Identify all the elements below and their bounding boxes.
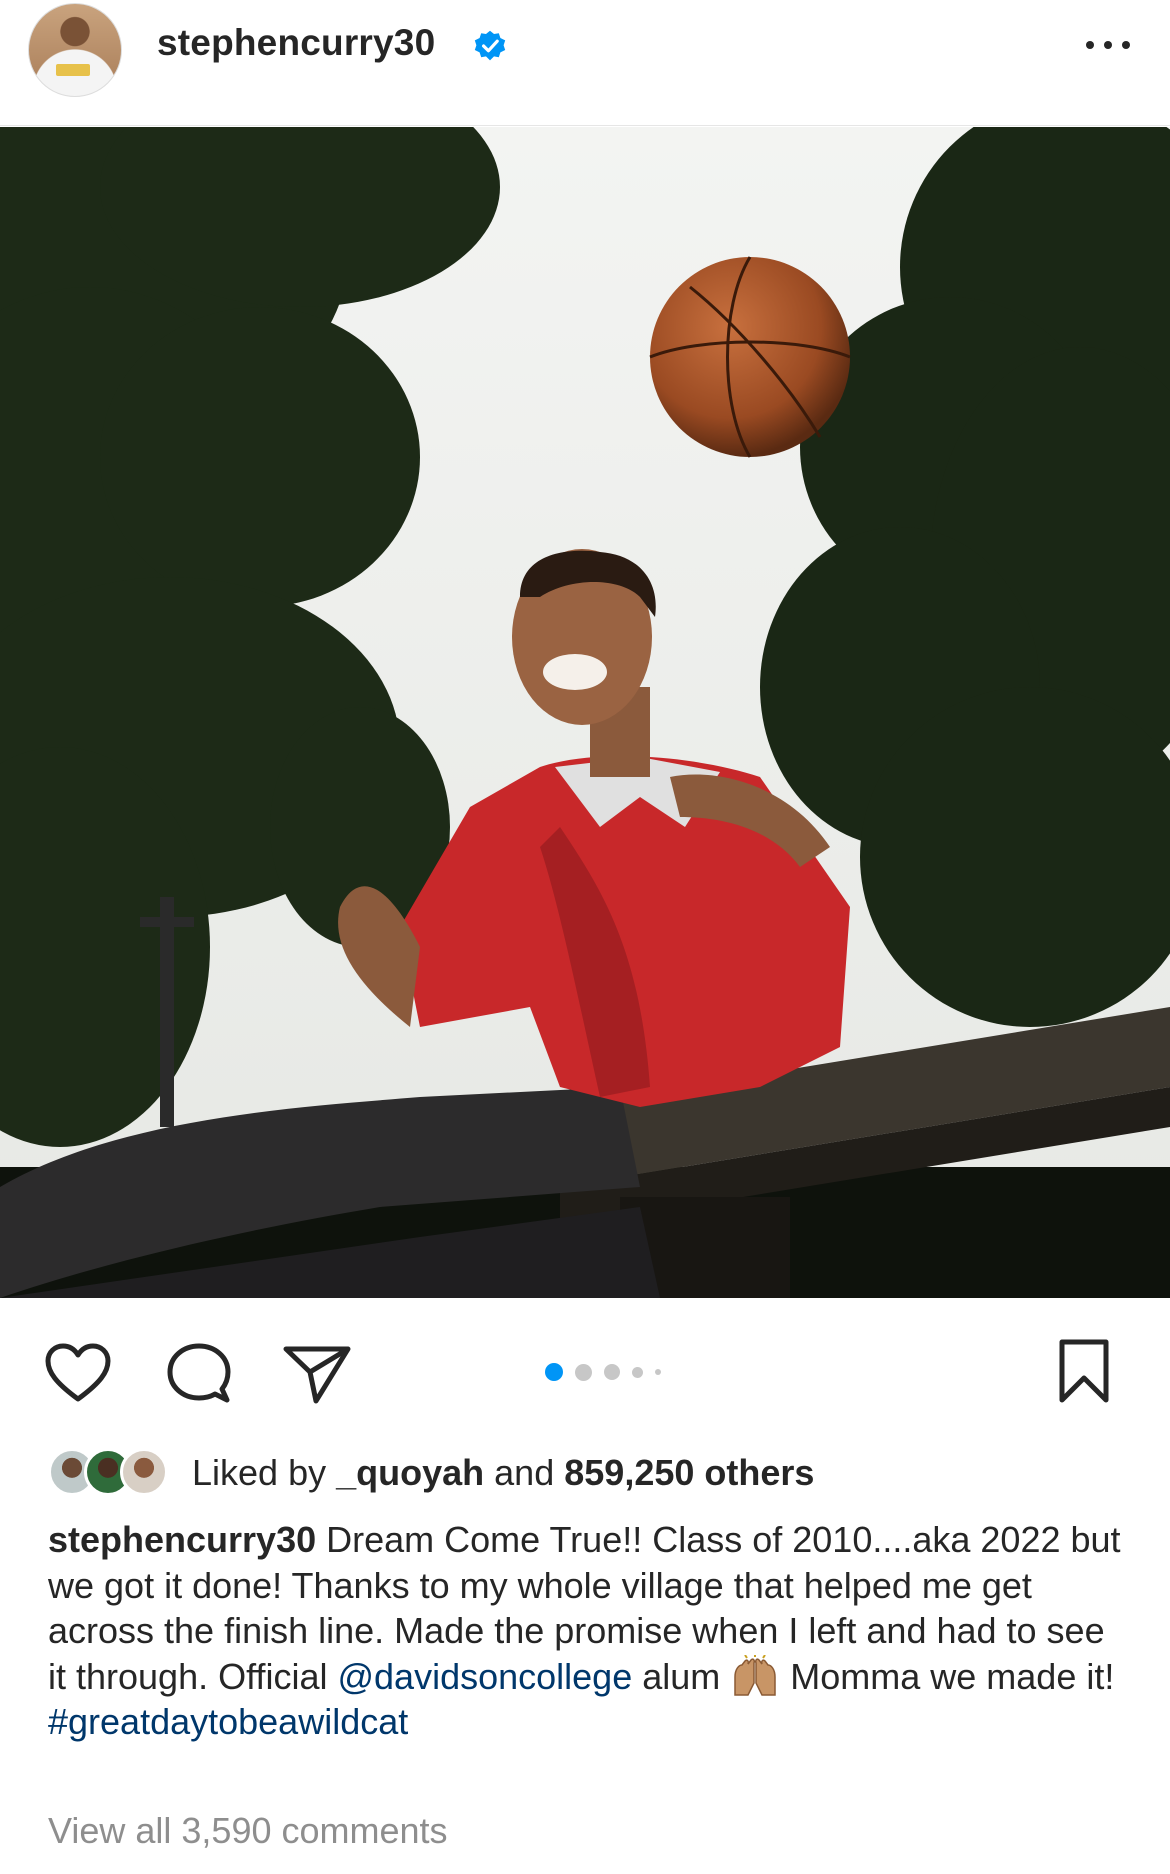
more-options-icon[interactable]	[1086, 30, 1130, 60]
likes-and: and	[494, 1452, 555, 1493]
comment-icon[interactable]	[166, 1342, 232, 1406]
likes-count-link[interactable]: 859,250 others	[564, 1452, 814, 1494]
first-liker-link[interactable]: _quoyah	[336, 1452, 484, 1494]
likes-summary[interactable]: Liked by _quoyah and 859,250 others	[48, 1448, 814, 1498]
likes-prefix: Liked by	[192, 1452, 327, 1493]
post-photo[interactable]	[0, 127, 1170, 1298]
heart-icon[interactable]	[44, 1342, 112, 1404]
view-comments-link[interactable]: View all 3,590 comments	[48, 1810, 448, 1852]
post-caption: stephencurry30 Dream Come True!! Class o…	[48, 1517, 1128, 1745]
caption-text-alum: alum	[632, 1655, 731, 1697]
share-icon[interactable]	[282, 1344, 352, 1404]
avatar	[120, 1448, 168, 1496]
liker-avatars	[48, 1448, 188, 1498]
carousel-dot	[575, 1363, 592, 1381]
post-photo-illustration	[0, 127, 1170, 1298]
hashtag-link[interactable]: #greatdaytobeawildcat	[48, 1701, 408, 1742]
carousel-dot	[632, 1366, 643, 1378]
profile-avatar[interactable]	[28, 3, 122, 97]
carousel-indicator	[545, 1362, 661, 1382]
verified-badge-icon	[474, 30, 506, 61]
mention-link[interactable]: @davidsoncollege	[337, 1656, 632, 1697]
avatar-logo	[56, 64, 90, 76]
caption-text-end: Momma we made it!	[780, 1655, 1115, 1697]
carousel-dot	[545, 1363, 563, 1381]
carousel-dot	[604, 1364, 620, 1380]
caption-username[interactable]: stephencurry30	[48, 1519, 316, 1560]
carousel-dot	[655, 1369, 661, 1375]
raising-hands-emoji-icon	[734, 1654, 777, 1696]
bookmark-icon[interactable]	[1056, 1338, 1112, 1404]
post-header: stephencurry30	[0, 0, 1170, 126]
post-username[interactable]: stephencurry30	[157, 22, 435, 64]
